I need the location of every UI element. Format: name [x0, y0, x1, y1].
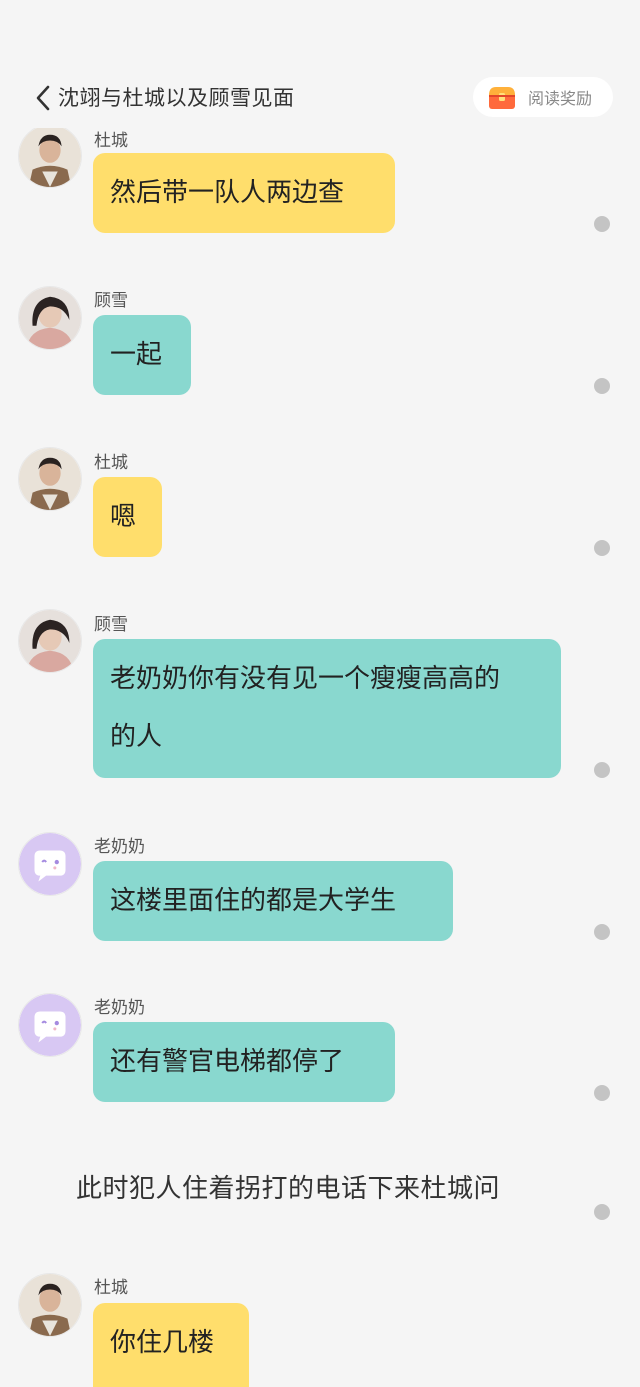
message-bubble[interactable]: 嗯	[93, 477, 162, 557]
message-bubble[interactable]: 然后带一队人两边查	[93, 153, 395, 233]
reading-reward-button[interactable]: 阅读奖励	[473, 77, 613, 117]
message-line: 的人	[110, 722, 163, 752]
reward-label: 阅读奖励	[528, 89, 593, 108]
comment-dot[interactable]	[594, 378, 610, 394]
sender-name: 杜城	[94, 131, 128, 151]
sender-name: 顾雪	[94, 291, 128, 311]
woman-avatar-icon	[19, 287, 81, 349]
avatar-grandma[interactable]	[18, 993, 82, 1057]
avatar-grandma[interactable]	[18, 832, 82, 896]
chat-story-page: 杜城 然后带一队人两边查 顾雪 一起 杜城 嗯 顾雪 老奶奶你有没有见一个瘦瘦高…	[0, 0, 640, 1387]
sender-name: 顾雪	[94, 615, 128, 635]
sender-name: 老奶奶	[94, 998, 145, 1018]
message-bubble[interactable]: 这楼里面住的都是大学生	[93, 861, 453, 941]
chat-bubble-avatar-icon	[19, 833, 81, 895]
avatar-ducheng[interactable]	[18, 447, 82, 511]
woman-avatar-icon	[19, 610, 81, 672]
avatar-guxue[interactable]	[18, 609, 82, 673]
comment-dot[interactable]	[594, 216, 610, 232]
comment-dot[interactable]	[594, 540, 610, 556]
message-bubble[interactable]: 你住几楼	[93, 1303, 249, 1387]
message-line: 老奶奶你有没有见一个瘦瘦高高的	[110, 664, 501, 694]
top-bar: 沈翊与杜城以及顾雪见面 阅读奖励	[0, 0, 640, 128]
message-bubble[interactable]: 还有警官电梯都停了	[93, 1022, 395, 1102]
page-title: 沈翊与杜城以及顾雪见面	[58, 86, 295, 110]
back-button[interactable]	[30, 80, 56, 116]
man-avatar-icon	[19, 125, 81, 187]
narration-text: 此时犯人住着拐打的电话下来杜城问	[76, 1174, 501, 1204]
chat-bubble-avatar-icon	[19, 994, 81, 1056]
man-avatar-icon	[19, 1274, 81, 1336]
comment-dot[interactable]	[594, 1085, 610, 1101]
avatar-ducheng[interactable]	[18, 124, 82, 188]
comment-dot[interactable]	[594, 1204, 610, 1220]
message-bubble[interactable]: 一起	[93, 315, 191, 395]
avatar-ducheng[interactable]	[18, 1273, 82, 1337]
avatar-guxue[interactable]	[18, 286, 82, 350]
sender-name: 杜城	[94, 1278, 128, 1298]
message-bubble[interactable]: 老奶奶你有没有见一个瘦瘦高高的 的人	[93, 639, 561, 778]
comment-dot[interactable]	[594, 762, 610, 778]
chevron-left-icon	[36, 85, 50, 111]
sender-name: 杜城	[94, 453, 128, 473]
sender-name: 老奶奶	[94, 837, 145, 857]
man-avatar-icon	[19, 448, 81, 510]
comment-dot[interactable]	[594, 924, 610, 940]
treasure-chest-icon	[489, 87, 515, 109]
